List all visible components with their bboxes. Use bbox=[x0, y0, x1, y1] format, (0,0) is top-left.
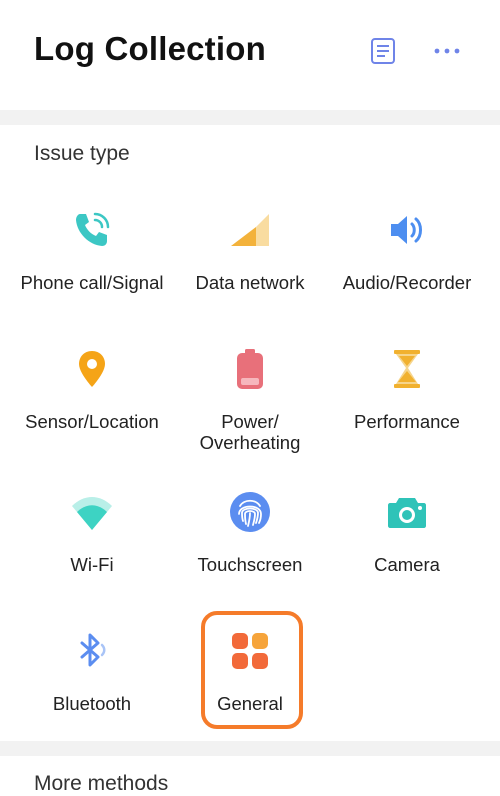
location-pin-icon bbox=[70, 347, 114, 391]
issue-phone-call-signal[interactable]: Phone call/Signal bbox=[9, 208, 175, 328]
more-options-button[interactable] bbox=[429, 33, 465, 69]
notes-icon bbox=[371, 38, 395, 64]
issue-bluetooth[interactable]: Bluetooth bbox=[9, 629, 175, 749]
battery-icon bbox=[228, 347, 272, 391]
issue-label: Audio/Recorder bbox=[342, 272, 472, 293]
section-title-more-methods: More methods bbox=[34, 772, 169, 795]
issue-label: Wi-Fi bbox=[70, 554, 114, 575]
issue-label: Bluetooth bbox=[52, 693, 132, 714]
issue-label: Power/ Overheating bbox=[199, 411, 301, 453]
app-header: Log Collection bbox=[0, 0, 500, 110]
issue-audio-recorder[interactable]: Audio/Recorder bbox=[324, 208, 490, 328]
issue-power-overheating[interactable]: Power/ Overheating bbox=[167, 347, 333, 467]
phone-call-icon bbox=[70, 208, 114, 252]
issue-label: Sensor/Location bbox=[25, 411, 159, 432]
wifi-icon bbox=[70, 490, 114, 534]
issue-label: Phone call/Signal bbox=[20, 272, 164, 293]
issue-camera[interactable]: Camera bbox=[324, 490, 490, 610]
notes-button[interactable] bbox=[365, 33, 401, 69]
issue-wifi[interactable]: Wi-Fi bbox=[9, 490, 175, 610]
issue-label: Performance bbox=[354, 411, 460, 432]
more-options-icon bbox=[434, 48, 460, 54]
issue-label: Touchscreen bbox=[197, 554, 303, 575]
selection-highlight bbox=[201, 611, 303, 729]
issue-touchscreen[interactable]: Touchscreen bbox=[167, 490, 333, 610]
fingerprint-icon bbox=[228, 490, 272, 534]
page-title: Log Collection bbox=[34, 30, 266, 67]
issue-data-network[interactable]: Data network bbox=[167, 208, 333, 328]
issue-label: Data network bbox=[195, 272, 305, 293]
signal-bars-icon bbox=[228, 208, 272, 252]
speaker-icon bbox=[385, 208, 429, 252]
section-title-issue-type: Issue type bbox=[34, 142, 130, 165]
bluetooth-icon bbox=[70, 629, 114, 673]
issue-sensor-location[interactable]: Sensor/Location bbox=[9, 347, 175, 467]
camera-icon bbox=[385, 490, 429, 534]
issue-performance[interactable]: Performance bbox=[324, 347, 490, 467]
hourglass-icon bbox=[385, 347, 429, 391]
issue-label: Camera bbox=[374, 554, 440, 575]
